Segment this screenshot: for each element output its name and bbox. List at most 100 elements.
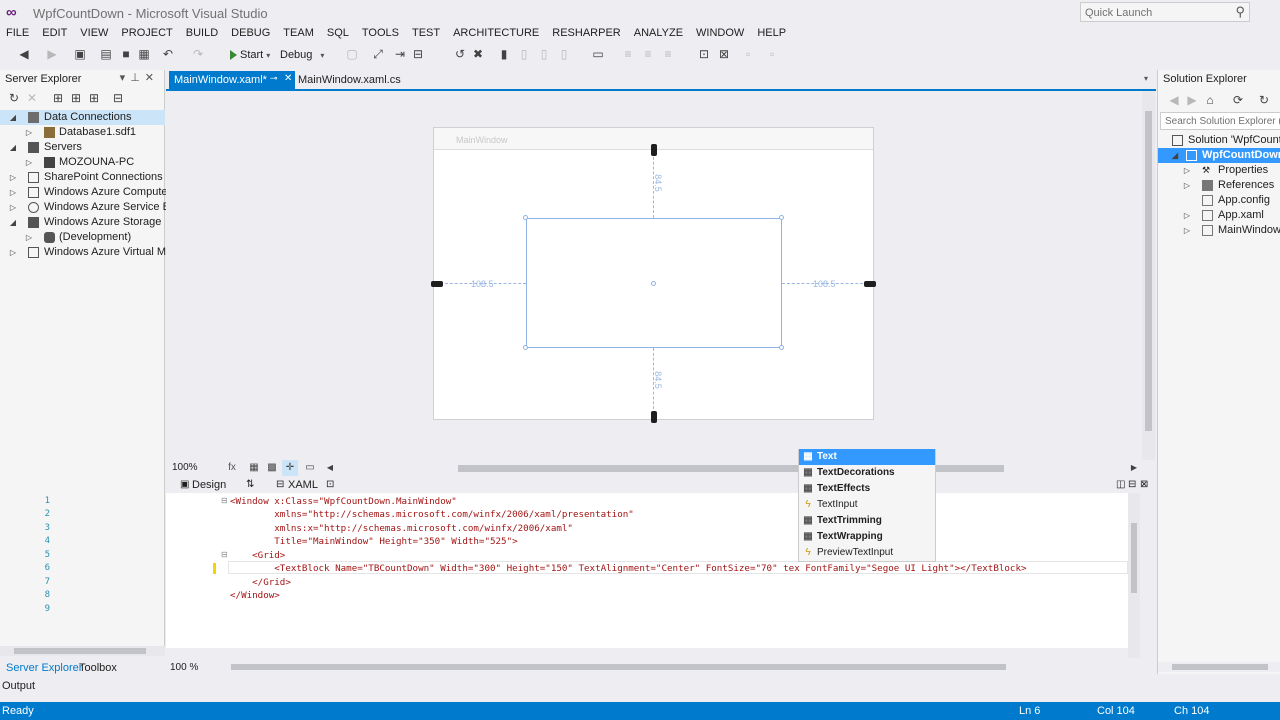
horizontal-split-icon[interactable]: ⊟: [1128, 479, 1136, 490]
snap-grid-icon[interactable]: ▩: [264, 460, 280, 476]
comment-icon[interactable]: ▭: [590, 46, 606, 62]
server-explorer-hscroll[interactable]: [0, 646, 165, 656]
tree-item-mainwindow-xaml[interactable]: ▷ MainWindow.xaml: [1158, 223, 1280, 238]
new-project-icon[interactable]: ▣: [72, 46, 88, 62]
close-icon[interactable]: ✕: [145, 72, 159, 84]
menu-team[interactable]: TEAM: [283, 26, 321, 42]
tree-item-database1[interactable]: ▷ Database1.sdf1: [0, 125, 165, 140]
expand-arrow-icon[interactable]: ◢: [8, 110, 18, 125]
menu-window[interactable]: WINDOW: [696, 26, 751, 42]
menu-debug[interactable]: DEBUG: [231, 26, 277, 42]
tree-item-development[interactable]: ▷ (Development): [0, 230, 165, 245]
attach-icon[interactable]: ⊡: [696, 46, 712, 62]
scroll-thumb[interactable]: [1145, 111, 1152, 431]
collapse-arrow-icon[interactable]: ▷: [8, 185, 18, 200]
bottom-anchor-handle[interactable]: [651, 411, 657, 423]
save-all-icon[interactable]: ▦: [136, 46, 152, 62]
connect-server-icon[interactable]: ⊞: [68, 90, 84, 106]
find-in-files-icon[interactable]: ⤢: [370, 46, 386, 62]
expand-arrow-icon[interactable]: ◢: [8, 140, 18, 155]
resize-handle-se[interactable]: [779, 345, 784, 350]
comment-icon[interactable]: ▭: [302, 460, 318, 476]
tree-item-properties[interactable]: ▷ ⚒ Properties: [1158, 163, 1280, 178]
options-icon[interactable]: ▫: [764, 46, 780, 62]
completion-item-textdecorations[interactable]: ▦ TextDecorations: [799, 465, 935, 481]
collapse-arrow-icon[interactable]: ▷: [1182, 223, 1192, 238]
navigate-back-icon[interactable]: ◀: [16, 46, 32, 62]
menu-tools[interactable]: TOOLS: [362, 26, 406, 42]
grid-icon[interactable]: ▦: [246, 460, 262, 476]
completion-item-texteffects[interactable]: ▦ TextEffects: [799, 481, 935, 497]
formula-icon[interactable]: fx: [224, 460, 240, 476]
close-tab-icon[interactable]: ✕: [284, 73, 292, 84]
refresh-icon[interactable]: ↺: [452, 46, 468, 62]
collapse-arrow-icon[interactable]: ▷: [1182, 208, 1192, 223]
vertical-split-icon[interactable]: ◫: [1116, 479, 1125, 490]
tree-item-app-xaml[interactable]: ▷ App.xaml: [1158, 208, 1280, 223]
tree-item-azure-storage[interactable]: ◢ Windows Azure Storage: [0, 215, 165, 230]
center-point-handle[interactable]: [651, 281, 656, 286]
tree-item-mozouna-pc[interactable]: ▷ MOZOUNA-PC: [0, 155, 165, 170]
tree-item-sharepoint-connections[interactable]: ▷ SharePoint Connections: [0, 170, 165, 185]
menu-help[interactable]: HELP: [757, 26, 793, 42]
tab-server-explorer[interactable]: Server Explorer: [6, 662, 82, 674]
tab-mainwindow-xaml[interactable]: MainWindow.xaml* ⊸ ✕: [169, 71, 295, 89]
menu-file[interactable]: FILE: [6, 26, 36, 42]
menu-build[interactable]: BUILD: [186, 26, 225, 42]
step-icon[interactable]: ⇥: [392, 46, 408, 62]
completion-item-texttrimming[interactable]: ▦ TextTrimming: [799, 513, 935, 529]
connect-sharepoint-icon[interactable]: ⊞: [86, 90, 102, 106]
tree-item-data-connections[interactable]: ◢ Data Connections: [0, 110, 165, 125]
completion-item-textwrapping[interactable]: ▦ TextWrapping: [799, 529, 935, 545]
tree-item-references[interactable]: ▷ References: [1158, 178, 1280, 193]
bookmark-clear-icon[interactable]: ▯: [556, 46, 572, 62]
menu-edit[interactable]: EDIT: [42, 26, 74, 42]
solution-configuration-select[interactable]: Debug ▾: [280, 47, 324, 63]
connect-database-icon[interactable]: ⊞: [50, 90, 66, 106]
tab-xaml[interactable]: XAML: [288, 479, 318, 491]
snap-lines-icon[interactable]: ✛: [282, 460, 298, 476]
menu-architecture[interactable]: ARCHITECTURE: [453, 26, 546, 42]
expand-arrow-icon[interactable]: ◢: [8, 215, 18, 230]
redo-icon[interactable]: ↷: [190, 46, 206, 62]
resize-handle-sw[interactable]: [523, 345, 528, 350]
resize-handle-ne[interactable]: [779, 215, 784, 220]
code-vscroll[interactable]: [1128, 493, 1140, 658]
pin-icon[interactable]: ⊥: [130, 72, 145, 84]
collapse-region-icon[interactable]: ⊟: [221, 550, 228, 559]
menu-resharper[interactable]: RESHARPER: [552, 26, 627, 42]
tree-item-azure-compute[interactable]: ▷ Windows Azure Compute: [0, 185, 168, 200]
left-anchor-handle[interactable]: [431, 281, 443, 287]
uncomment-icon[interactable]: ≡: [620, 46, 636, 62]
menu-test[interactable]: TEST: [412, 26, 447, 42]
back-icon[interactable]: ◀: [1166, 92, 1182, 108]
collapse-arrow-icon[interactable]: ▷: [8, 245, 18, 260]
collapse-arrow-icon[interactable]: ▷: [8, 200, 18, 215]
filter-icon[interactable]: ⊟: [110, 90, 126, 106]
menu-sql[interactable]: SQL: [327, 26, 356, 42]
completion-item-previewtextinput[interactable]: ϟ PreviewTextInput: [799, 545, 935, 561]
expand-arrow-icon[interactable]: ◢: [1170, 148, 1180, 163]
scroll-thumb[interactable]: [14, 648, 146, 654]
collapse-arrow-icon[interactable]: ▷: [8, 170, 18, 185]
tab-mainwindow-xaml-cs[interactable]: MainWindow.xaml.cs: [298, 74, 401, 86]
refresh-icon[interactable]: ↻: [6, 90, 22, 106]
home-icon[interactable]: ⌂: [1202, 92, 1218, 108]
collapse-arrow-icon[interactable]: ▷: [24, 155, 34, 170]
solution-search-input[interactable]: Search Solution Explorer (C: [1160, 112, 1280, 130]
swap-panes-icon[interactable]: ⇅: [246, 479, 254, 490]
bookmark-prev-icon[interactable]: ▯: [516, 46, 532, 62]
completion-item-text[interactable]: ▦ Text: [799, 449, 935, 465]
tree-item-servers[interactable]: ◢ Servers: [0, 140, 165, 155]
tab-design[interactable]: Design: [192, 479, 226, 491]
refresh-icon[interactable]: ↻: [1256, 92, 1272, 108]
align-icon[interactable]: ⊟: [410, 46, 426, 62]
undo-icon[interactable]: ↶: [160, 46, 176, 62]
tree-item-app-config[interactable]: App.config: [1158, 193, 1280, 208]
layout-icon[interactable]: ▫: [740, 46, 756, 62]
right-anchor-handle[interactable]: [864, 281, 876, 287]
menu-project[interactable]: PROJECT: [121, 26, 179, 42]
quick-launch-input[interactable]: Quick Launch ⚲: [1080, 2, 1250, 22]
bookmark-icon[interactable]: ▮: [496, 46, 512, 62]
dropdown-icon[interactable]: ▾: [120, 72, 131, 84]
